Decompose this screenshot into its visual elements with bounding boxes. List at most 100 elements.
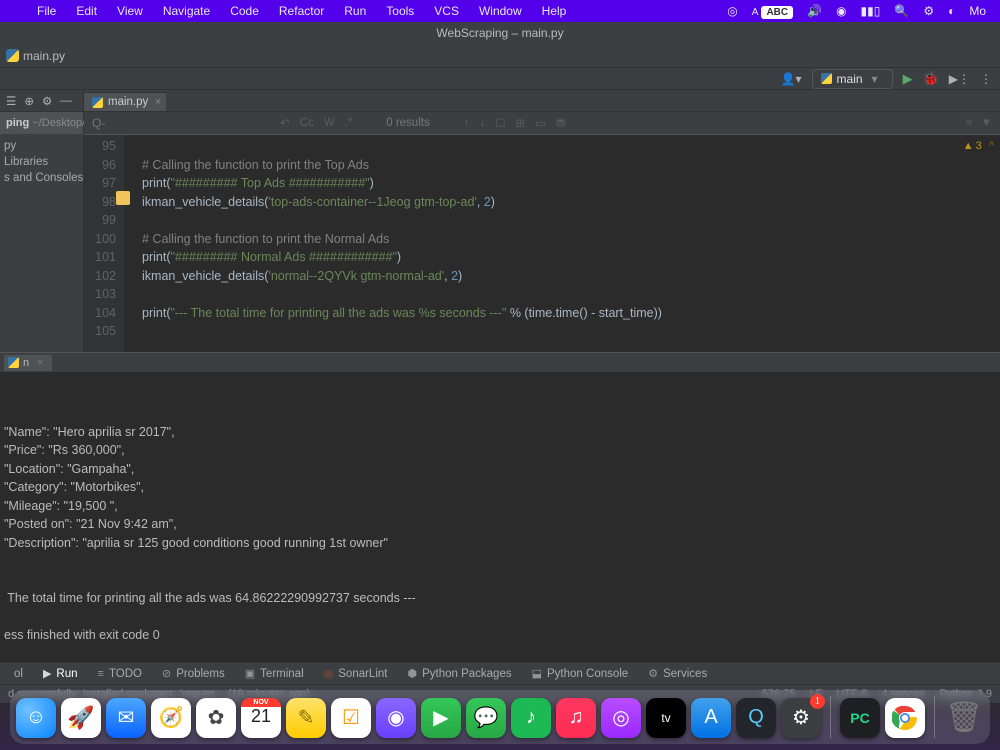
- inspection-badge[interactable]: ▲ 3 ^: [963, 137, 994, 156]
- system-preferences-icon[interactable]: ⚙1: [781, 698, 821, 738]
- wifi-icon[interactable]: ◉: [830, 4, 852, 18]
- editor: main.py ↶ Cc W .* 0 results ↑ ↓ ☐ ⊞ ▭ ⛃: [84, 90, 1000, 352]
- calendar-icon[interactable]: NOV 21: [241, 698, 281, 738]
- messages-icon[interactable]: 💬: [466, 698, 506, 738]
- editor-tab-main[interactable]: main.py: [84, 92, 166, 111]
- app-store-icon[interactable]: A: [691, 698, 731, 738]
- tree-item[interactable]: py: [0, 138, 83, 154]
- nav-file[interactable]: main.py: [23, 49, 65, 63]
- project-view-icon[interactable]: ☰: [6, 94, 16, 108]
- facetime-icon[interactable]: ▶: [421, 698, 461, 738]
- up-arrow-icon[interactable]: ↑: [464, 117, 470, 129]
- menu-help[interactable]: Help: [533, 4, 576, 18]
- tree-item[interactable]: s and Consoles: [0, 170, 83, 186]
- filter-icon[interactable]: ⛃: [556, 116, 566, 130]
- find-input[interactable]: [92, 116, 272, 130]
- code-editor[interactable]: ▲ 3 ^ 959697 9899100 101102103 104105 # …: [84, 135, 1000, 352]
- creative-cloud-icon[interactable]: ◎: [721, 4, 743, 18]
- safari-icon[interactable]: 🧭: [151, 698, 191, 738]
- tool-problems[interactable]: ⊘Problems: [154, 667, 233, 680]
- run-tab[interactable]: n ×: [4, 355, 52, 371]
- menu-view[interactable]: View: [108, 4, 152, 18]
- run-tool-header: n ×: [0, 352, 1000, 372]
- python-icon: [8, 357, 19, 368]
- menu-file[interactable]: File: [28, 4, 65, 18]
- control-center-icon[interactable]: ⚙: [917, 4, 940, 18]
- volume-icon[interactable]: 🔊: [801, 4, 828, 18]
- podcasts-icon[interactable]: ◎: [601, 698, 641, 738]
- editor-tabs: main.py: [84, 90, 1000, 112]
- menu-code[interactable]: Code: [221, 4, 268, 18]
- select-opened-icon[interactable]: ⊕: [24, 94, 34, 108]
- notes-icon[interactable]: ✎: [286, 698, 326, 738]
- tool-services[interactable]: ⚙Services: [640, 667, 715, 680]
- spotlight-icon[interactable]: 🔍: [888, 4, 915, 18]
- launchpad-icon[interactable]: 🚀: [61, 698, 101, 738]
- tool-todo[interactable]: ≡TODO: [90, 668, 150, 680]
- prev-occurrence-icon[interactable]: ↶: [280, 116, 290, 130]
- match-case-toggle[interactable]: Cc: [300, 117, 314, 129]
- navigation-bar: main.py: [0, 44, 1000, 68]
- add-user-icon[interactable]: 👤▾: [781, 72, 802, 86]
- toggle-icon[interactable]: ▭: [535, 116, 546, 130]
- list-icon: ≡: [98, 668, 104, 680]
- user-name[interactable]: Mo: [963, 4, 992, 18]
- tool-terminal-left[interactable]: ol: [6, 668, 31, 680]
- project-tree[interactable]: py Libraries s and Consoles: [0, 134, 83, 190]
- spotify-icon[interactable]: ♪: [511, 698, 551, 738]
- tool-run[interactable]: ▶Run: [35, 667, 86, 680]
- console-output[interactable]: "Name": "Hero aprilia sr 2017", "Price":…: [0, 372, 1000, 662]
- menu-window[interactable]: Window: [470, 4, 531, 18]
- new-selection-icon[interactable]: ⊞: [516, 116, 526, 130]
- menu-run[interactable]: Run: [335, 4, 375, 18]
- intention-bulb-icon[interactable]: [116, 191, 130, 205]
- chrome-icon[interactable]: [885, 698, 925, 738]
- console-icon: ⬓: [532, 667, 542, 680]
- window-title: WebScraping – main.py: [436, 26, 563, 40]
- podcasts-alt-icon[interactable]: ◉: [376, 698, 416, 738]
- menu-navigate[interactable]: Navigate: [154, 4, 219, 18]
- filter-icon[interactable]: ▼: [981, 117, 992, 129]
- battery-icon[interactable]: ▮▮▯: [855, 4, 887, 18]
- project-crumb[interactable]: ping ~/Desktop/: [0, 112, 83, 134]
- siri-icon[interactable]: ◐: [942, 4, 961, 18]
- regex-toggle[interactable]: .*: [345, 117, 353, 129]
- quicktime-icon[interactable]: Q: [736, 698, 776, 738]
- menu-edit[interactable]: Edit: [67, 4, 106, 18]
- python-file-icon: [92, 97, 103, 108]
- run-config-selector[interactable]: main ▾: [812, 69, 893, 89]
- down-arrow-icon[interactable]: ↓: [479, 117, 485, 129]
- gutter[interactable]: 959697 9899100 101102103 104105: [84, 135, 124, 352]
- macos-menubar: File Edit View Navigate Code Refactor Ru…: [0, 0, 1000, 22]
- more-run-icon[interactable]: ⋮: [980, 72, 992, 86]
- input-source-icon[interactable]: AABC: [746, 4, 799, 18]
- finder-icon[interactable]: ☺: [16, 698, 56, 738]
- menu-refactor[interactable]: Refactor: [270, 4, 333, 18]
- tree-item[interactable]: Libraries: [0, 154, 83, 170]
- collapse-icon[interactable]: —: [60, 95, 72, 107]
- play-icon: ▶: [43, 667, 51, 680]
- music-icon[interactable]: ♫: [556, 698, 596, 738]
- select-all-icon[interactable]: ☐: [495, 116, 505, 130]
- settings-icon[interactable]: ⚙: [42, 94, 52, 108]
- photos-icon[interactable]: ✿: [196, 698, 236, 738]
- pycharm-icon[interactable]: PC: [840, 698, 880, 738]
- menu-tools[interactable]: Tools: [377, 4, 423, 18]
- debug-button[interactable]: 🐞: [923, 71, 939, 87]
- code-content[interactable]: # Calling the function to print the Top …: [124, 135, 662, 352]
- run-button[interactable]: ▶: [903, 71, 913, 87]
- trash-icon[interactable]: 🗑: [944, 698, 984, 738]
- find-settings-icon[interactable]: ≡: [966, 117, 973, 129]
- apple-tv-icon[interactable]: tv: [646, 698, 686, 738]
- tool-python-packages[interactable]: ⬢Python Packages: [399, 667, 519, 680]
- tool-terminal[interactable]: ▣Terminal: [237, 667, 312, 680]
- tool-python-console[interactable]: ⬓Python Console: [524, 667, 637, 680]
- reminders-icon[interactable]: ☑︎: [331, 698, 371, 738]
- macos-dock: ☺ 🚀 ✉︎ 🧭 ✿ NOV 21 ✎ ☑︎ ◉ ▶ 💬 ♪ ♫ ◎ tv A …: [0, 683, 1000, 750]
- warning-icon: ⊘: [162, 667, 171, 680]
- words-toggle[interactable]: W: [324, 117, 335, 129]
- mail-icon[interactable]: ✉︎: [106, 698, 146, 738]
- run-with-coverage-icon[interactable]: ▶⋮: [949, 72, 970, 86]
- menu-vcs[interactable]: VCS: [425, 4, 468, 18]
- tool-sonarlint[interactable]: ◎SonarLint: [316, 667, 396, 680]
